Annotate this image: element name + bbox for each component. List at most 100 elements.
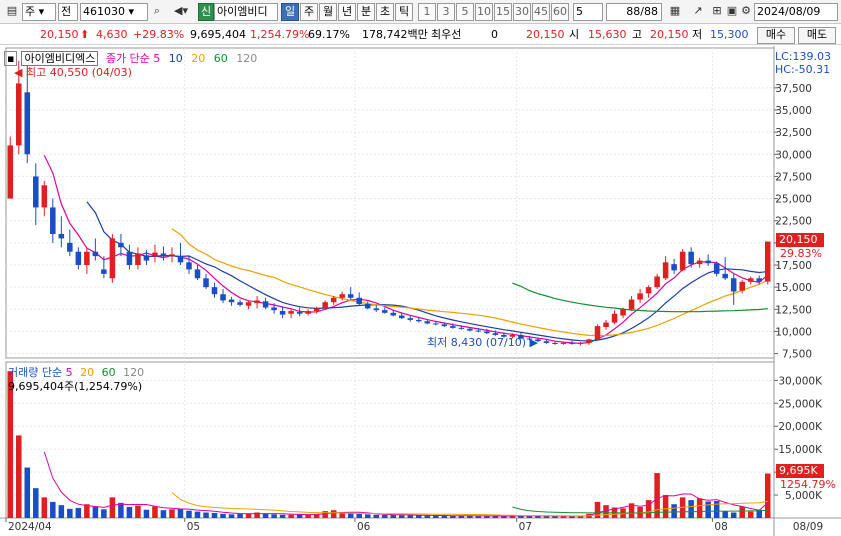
volume-bar-41	[356, 513, 362, 518]
candle-body-1	[16, 83, 22, 146]
ma5-legend: 5	[153, 52, 161, 65]
volume-bar-45	[390, 515, 397, 518]
chart-menu-icon[interactable]: ▤	[4, 3, 20, 21]
candle-body-67	[577, 342, 584, 344]
volume-bar-16	[143, 509, 150, 518]
volume-bar-13	[118, 502, 124, 518]
candle-body-28	[245, 302, 252, 306]
volume-bar-76	[654, 473, 660, 518]
volume-bar-5	[50, 501, 56, 518]
quote-change: 4,630	[96, 28, 128, 41]
volume-bar-10	[92, 506, 99, 518]
date-input[interactable]: 2024/08/09	[754, 3, 838, 21]
quote-current: 20,150	[526, 28, 565, 41]
candle-body-35	[305, 311, 311, 314]
volume-bar-14	[126, 506, 133, 518]
candle-body-0	[7, 145, 14, 199]
candle-body-87	[747, 278, 754, 282]
high-note-text: 최고 40,550 (04/03)	[25, 66, 132, 79]
period-button-3[interactable]: 년	[338, 3, 356, 21]
quote-bar: 20,150 ⬆ 4,630 +29.83% 9,695,404 1,254.7…	[0, 25, 841, 45]
candle-body-63	[543, 341, 550, 343]
price-tick-label-4: 27,500	[775, 171, 812, 183]
candle-body-30	[262, 301, 269, 308]
volume-bar-38	[330, 510, 337, 518]
period-select[interactable]: 주 ▾	[22, 3, 56, 21]
search-icon[interactable]: ⌕	[150, 3, 164, 21]
up-arrow-icon: ⬆	[80, 28, 90, 41]
period-button-2[interactable]: 월	[319, 3, 337, 21]
interval-button-5[interactable]: 5	[456, 3, 474, 21]
interval-button-3[interactable]: 3	[437, 3, 455, 21]
price-tick-label-8: 17,500	[775, 260, 812, 272]
hc-value: HC:-50.31	[775, 63, 831, 76]
candle-body-4	[41, 185, 48, 208]
toolbar: ▤ 주 ▾ 전 461030 ▾ ⌕ ◀▾ 신 아이엠비디 일주월년분초틱 13…	[0, 0, 841, 24]
period-button-5[interactable]: 초	[376, 3, 394, 21]
candle-body-52	[450, 326, 456, 328]
candle-body-26	[228, 299, 235, 303]
period-button-6[interactable]: 틱	[395, 3, 413, 21]
candle-body-49	[424, 321, 431, 324]
candle-body-48	[416, 319, 422, 322]
price-tick-label-6: 22,500	[775, 216, 812, 228]
x-label-1: 05	[187, 521, 200, 533]
candle-body-82	[705, 260, 711, 264]
stock-type-select[interactable]: 전	[58, 3, 78, 21]
x-label-3: 07	[519, 521, 532, 533]
volume-bar-37	[322, 511, 328, 518]
volume-bar-26	[228, 514, 235, 518]
price-tick-label-12: 7,500	[782, 349, 812, 361]
interval-button-30[interactable]: 30	[513, 3, 531, 21]
interval-button-45[interactable]: 45	[532, 3, 550, 21]
volume-bar-11	[101, 509, 107, 518]
volume-bar-27	[237, 513, 243, 518]
quote-change-pct: +29.83%	[133, 28, 185, 41]
interval-input[interactable]: 5	[573, 3, 603, 21]
window-icon[interactable]: ▣	[725, 3, 739, 21]
sell-button[interactable]: 매도	[798, 27, 836, 44]
interval-button-10[interactable]: 10	[475, 3, 493, 21]
candle-body-77	[662, 262, 669, 279]
interval-button-1[interactable]: 1	[418, 3, 436, 21]
price-tick-label-1: 35,000	[775, 105, 812, 117]
count-input[interactable]: 88/88	[606, 3, 662, 21]
interval-button-15[interactable]: 15	[494, 3, 512, 21]
candle-body-65	[560, 342, 567, 344]
volume-bar-15	[135, 505, 141, 518]
volume-bar-17	[152, 506, 158, 518]
last-volume-tag: 9,695K	[776, 464, 824, 478]
price-volume-chart[interactable]: 37,500 35,000 32,500 30,000 27,500 25,000 22,5…	[0, 46, 841, 536]
candle-body-73	[628, 299, 635, 310]
volume-bar-78	[671, 504, 677, 518]
period-button-0[interactable]: 일	[281, 3, 299, 21]
buy-button[interactable]: 매수	[757, 27, 795, 44]
candle-body-13	[118, 242, 124, 248]
volume-bar-8	[75, 507, 82, 518]
period-button-1[interactable]: 주	[300, 3, 318, 21]
interval-button-60[interactable]: 60	[551, 3, 569, 21]
priority-value: 0	[491, 28, 498, 41]
volume-bar-4	[41, 497, 48, 518]
candle-body-75	[645, 287, 652, 294]
open-label: 시	[569, 28, 580, 41]
candle-body-71	[611, 313, 618, 323]
chart-area[interactable]: 37,500 35,000 32,500 30,000 27,500 25,000 22,5…	[0, 46, 841, 536]
candle-body-16	[143, 255, 150, 261]
split-view-icon[interactable]: ⊞	[710, 3, 724, 21]
gear-icon[interactable]: ⚙	[739, 3, 753, 21]
sound-icon[interactable]: ◀▾	[168, 3, 194, 21]
chart-type-icon[interactable]: ↗	[688, 3, 708, 21]
price-tick-label-2: 32,500	[775, 127, 812, 139]
period-button-4[interactable]: 분	[357, 3, 375, 21]
candle-body-37	[322, 302, 328, 309]
quote-open: 15,630	[588, 28, 627, 41]
stock-code-input[interactable]: 461030 ▾	[80, 3, 148, 21]
volume-bar-25	[220, 513, 226, 518]
candle-body-17	[152, 252, 158, 257]
volume-note: 9,695,404주(1,254.79%)	[8, 380, 143, 393]
grid-icon[interactable]: ▦	[666, 3, 684, 21]
ma60-legend: 60	[213, 52, 228, 65]
quote-high: 20,150	[650, 28, 689, 41]
candle-body-11	[101, 269, 107, 274]
